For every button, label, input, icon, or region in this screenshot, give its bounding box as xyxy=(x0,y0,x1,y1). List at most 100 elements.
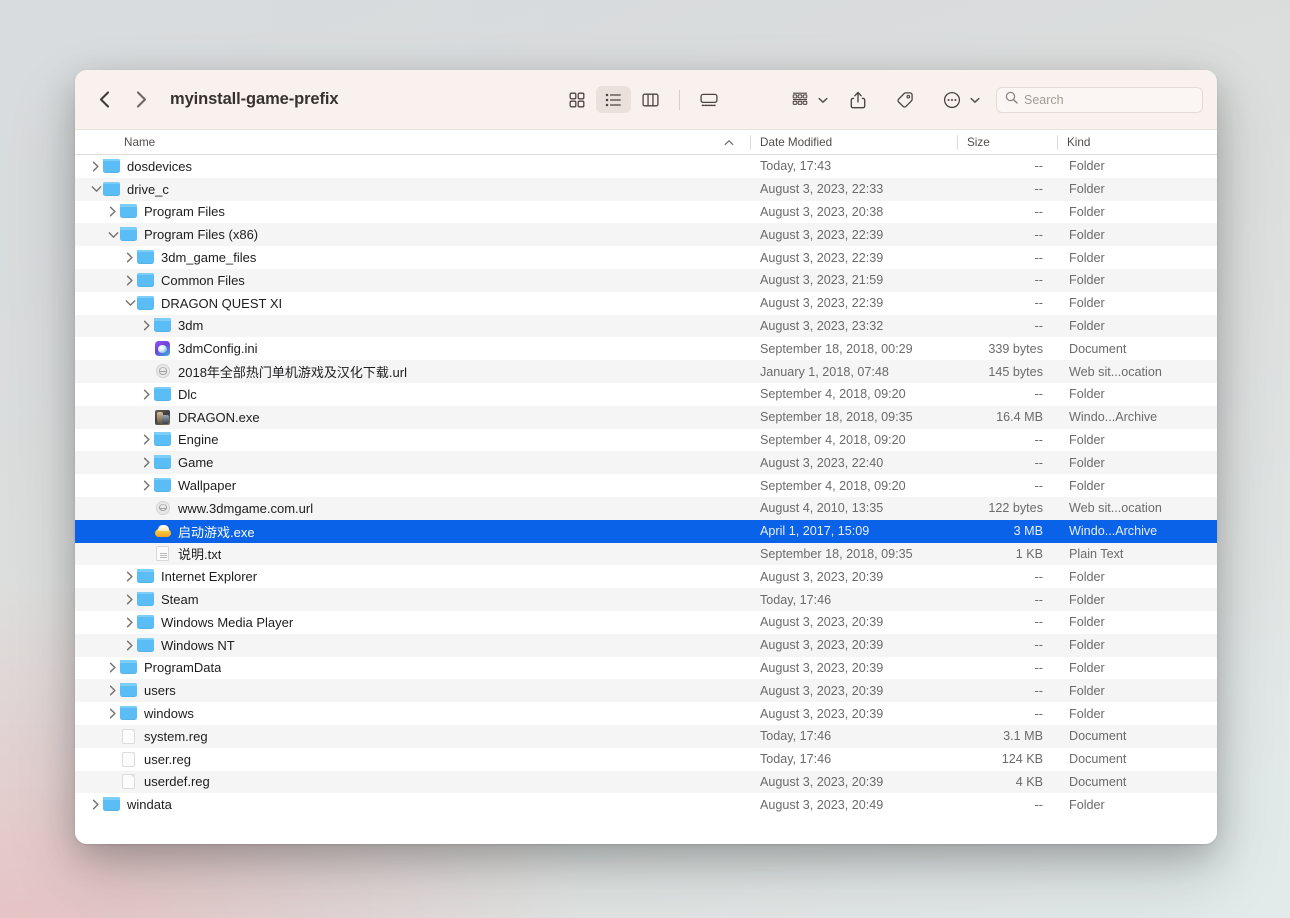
table-row[interactable]: 3dm_game_filesAugust 3, 2023, 22:39--Fol… xyxy=(75,246,1217,269)
table-row[interactable]: DRAGON QUEST XIAugust 3, 2023, 22:39--Fo… xyxy=(75,292,1217,315)
tag-icon[interactable] xyxy=(887,86,922,113)
icon-view-icon[interactable] xyxy=(559,86,594,113)
file-name-label: www.3dmgame.com.url xyxy=(178,501,313,516)
cell-kind: Folder xyxy=(1057,615,1217,629)
list-view-icon[interactable] xyxy=(596,86,631,113)
table-row[interactable]: dosdevicesToday, 17:43--Folder xyxy=(75,155,1217,178)
disclosure-collapsed-icon[interactable] xyxy=(140,387,154,401)
cell-size: 145 bytes xyxy=(957,365,1057,379)
cell-name: Dlc xyxy=(75,387,750,402)
table-row[interactable]: usersAugust 3, 2023, 20:39--Folder xyxy=(75,679,1217,702)
table-row[interactable]: userdef.regAugust 3, 2023, 20:394 KBDocu… xyxy=(75,771,1217,794)
search-input[interactable] xyxy=(1024,93,1194,107)
table-row[interactable]: 说明.txtSeptember 18, 2018, 09:351 KBPlain… xyxy=(75,543,1217,566)
table-row[interactable]: drive_cAugust 3, 2023, 22:33--Folder xyxy=(75,178,1217,201)
column-header-date-label: Date Modified xyxy=(760,136,832,149)
cell-kind: Folder xyxy=(1057,228,1217,242)
table-row[interactable]: ProgramDataAugust 3, 2023, 20:39--Folder xyxy=(75,657,1217,680)
cell-size: -- xyxy=(957,661,1057,675)
disclosure-collapsed-icon[interactable] xyxy=(123,593,137,607)
table-row[interactable]: user.regToday, 17:46124 KBDocument xyxy=(75,748,1217,771)
group-icon[interactable] xyxy=(782,86,817,113)
disclosure-collapsed-icon[interactable] xyxy=(123,638,137,652)
disclosure-collapsed-icon[interactable] xyxy=(140,319,154,333)
disclosure-expanded-icon[interactable] xyxy=(123,296,137,310)
column-header-date-modified[interactable]: Date Modified xyxy=(750,130,957,154)
table-row[interactable]: system.regToday, 17:463.1 MBDocument xyxy=(75,725,1217,748)
group-by-button[interactable] xyxy=(782,86,828,113)
cell-date-modified: April 1, 2017, 15:09 xyxy=(750,524,957,538)
cell-kind: Folder xyxy=(1057,273,1217,287)
cell-name: Internet Explorer xyxy=(75,569,750,584)
disclosure-placeholder xyxy=(140,342,154,356)
disclosure-expanded-icon[interactable] xyxy=(106,228,120,242)
disclosure-collapsed-icon[interactable] xyxy=(106,707,120,721)
table-row[interactable]: WallpaperSeptember 4, 2018, 09:20--Folde… xyxy=(75,474,1217,497)
disclosure-collapsed-icon[interactable] xyxy=(123,570,137,584)
cell-size: 1 KB xyxy=(957,547,1057,561)
table-row[interactable]: windataAugust 3, 2023, 20:49--Folder xyxy=(75,793,1217,816)
share-icon[interactable] xyxy=(840,86,875,113)
table-row[interactable]: DlcSeptember 4, 2018, 09:20--Folder xyxy=(75,383,1217,406)
disclosure-collapsed-icon[interactable] xyxy=(123,273,137,287)
search-field[interactable] xyxy=(996,87,1203,113)
disclosure-collapsed-icon[interactable] xyxy=(140,433,154,447)
file-name-label: Engine xyxy=(178,432,218,447)
chevron-down-icon-2[interactable] xyxy=(970,91,980,109)
forward-button[interactable] xyxy=(130,87,152,113)
disclosure-collapsed-icon[interactable] xyxy=(106,684,120,698)
disclosure-collapsed-icon[interactable] xyxy=(123,251,137,265)
table-row[interactable]: EngineSeptember 4, 2018, 09:20--Folder xyxy=(75,429,1217,452)
disclosure-collapsed-icon[interactable] xyxy=(106,205,120,219)
gallery-view-icon[interactable] xyxy=(691,86,726,113)
table-row[interactable]: Windows Media PlayerAugust 3, 2023, 20:3… xyxy=(75,611,1217,634)
disclosure-collapsed-icon[interactable] xyxy=(89,159,103,173)
more-icon[interactable] xyxy=(934,86,969,113)
disclosure-placeholder xyxy=(106,775,120,789)
cell-kind: Folder xyxy=(1057,182,1217,196)
table-row[interactable]: www.3dmgame.com.urlAugust 4, 2010, 13:35… xyxy=(75,497,1217,520)
folder-icon xyxy=(137,273,154,288)
table-row[interactable]: SteamToday, 17:46--Folder xyxy=(75,588,1217,611)
table-row[interactable]: windowsAugust 3, 2023, 20:39--Folder xyxy=(75,702,1217,725)
table-row[interactable]: Program FilesAugust 3, 2023, 20:38--Fold… xyxy=(75,201,1217,224)
chevron-down-icon[interactable] xyxy=(818,91,828,109)
disclosure-collapsed-icon[interactable] xyxy=(140,456,154,470)
column-header-kind[interactable]: Kind xyxy=(1057,130,1217,154)
disclosure-collapsed-icon[interactable] xyxy=(89,798,103,812)
cell-size: -- xyxy=(957,296,1057,310)
column-header-name[interactable]: Name xyxy=(75,130,750,154)
file-list[interactable]: dosdevicesToday, 17:43--Folderdrive_cAug… xyxy=(75,155,1217,844)
cell-kind: Folder xyxy=(1057,593,1217,607)
table-row[interactable]: 3dmAugust 3, 2023, 23:32--Folder xyxy=(75,315,1217,338)
disclosure-placeholder xyxy=(140,547,154,561)
table-row[interactable]: Program Files (x86)August 3, 2023, 22:39… xyxy=(75,223,1217,246)
column-header-size[interactable]: Size xyxy=(957,130,1057,154)
table-row[interactable]: 3dmConfig.iniSeptember 18, 2018, 00:2933… xyxy=(75,337,1217,360)
cell-date-modified: January 1, 2018, 07:48 xyxy=(750,365,957,379)
cell-date-modified: August 3, 2023, 22:40 xyxy=(750,456,957,470)
disclosure-collapsed-icon[interactable] xyxy=(106,661,120,675)
file-name-label: windows xyxy=(144,706,194,721)
table-row[interactable]: Windows NTAugust 3, 2023, 20:39--Folder xyxy=(75,634,1217,657)
column-view-icon[interactable] xyxy=(633,86,668,113)
disclosure-placeholder xyxy=(140,410,154,424)
disclosure-expanded-icon[interactable] xyxy=(89,182,103,196)
disclosure-collapsed-icon[interactable] xyxy=(140,479,154,493)
file-name-label: Program Files (x86) xyxy=(144,227,258,242)
table-row[interactable]: Internet ExplorerAugust 3, 2023, 20:39--… xyxy=(75,565,1217,588)
table-row[interactable]: Common FilesAugust 3, 2023, 21:59--Folde… xyxy=(75,269,1217,292)
more-actions-button[interactable] xyxy=(934,86,980,113)
table-row[interactable]: 2018年全部热门单机游戏及汉化下载.urlJanuary 1, 2018, 0… xyxy=(75,360,1217,383)
disclosure-collapsed-icon[interactable] xyxy=(123,615,137,629)
cell-name: ProgramData xyxy=(75,660,750,675)
ini-file-icon xyxy=(154,341,171,356)
table-row[interactable]: 启动游戏.exeApril 1, 2017, 15:093 MBWindo...… xyxy=(75,520,1217,543)
back-button[interactable] xyxy=(93,87,115,113)
folder-icon xyxy=(154,455,171,470)
cell-kind: Plain Text xyxy=(1057,547,1217,561)
cell-size: -- xyxy=(957,456,1057,470)
table-row[interactable]: GameAugust 3, 2023, 22:40--Folder xyxy=(75,451,1217,474)
folder-icon xyxy=(137,296,154,311)
table-row[interactable]: DRAGON.exeSeptember 18, 2018, 09:3516.4 … xyxy=(75,406,1217,429)
